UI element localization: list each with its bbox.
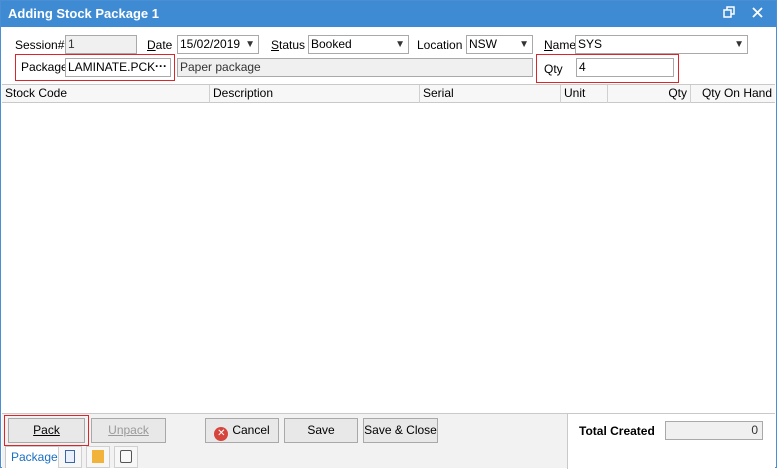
- date-value: 15/02/2019: [180, 37, 241, 51]
- col-serial[interactable]: Serial: [420, 85, 561, 103]
- tab-copies[interactable]: [86, 446, 110, 468]
- col-qty-on-hand[interactable]: Qty On Hand: [691, 85, 775, 103]
- status-select[interactable]: Booked ▼: [308, 35, 409, 54]
- tab-package[interactable]: Package: [5, 446, 64, 468]
- pack-button[interactable]: Pack: [8, 418, 85, 443]
- grid-header: Stock Code Description Serial Unit Qty Q…: [2, 85, 775, 103]
- notes-icon: [120, 450, 132, 463]
- name-value: SYS: [578, 37, 603, 51]
- window-title: Adding Stock Package 1: [8, 6, 159, 21]
- document-icon: [65, 450, 75, 463]
- restore-icon[interactable]: [720, 5, 738, 23]
- cancel-icon: ✕: [214, 427, 229, 441]
- package-value: LAMINATE.PCK: [68, 60, 156, 74]
- name-label: Name: [544, 38, 577, 52]
- session-field: 1: [65, 35, 137, 54]
- package-description: Paper package: [177, 58, 533, 77]
- tab-notes[interactable]: [114, 446, 138, 468]
- package-label: Package: [21, 60, 68, 74]
- date-label: Date: [147, 38, 173, 52]
- bottom-tabs: Package: [2, 446, 142, 468]
- chevron-down-icon[interactable]: ▼: [519, 36, 529, 53]
- tab-document[interactable]: [58, 446, 82, 468]
- location-label: Location: [417, 38, 463, 52]
- location-select[interactable]: NSW ▼: [466, 35, 533, 54]
- col-unit[interactable]: Unit: [561, 85, 608, 103]
- package-field[interactable]: LAMINATE.PCK ···: [65, 58, 171, 77]
- totals-panel: Total Created 0: [567, 414, 775, 469]
- name-select[interactable]: SYS ▼: [575, 35, 748, 54]
- session-label: Session#: [15, 38, 65, 52]
- col-stock-code[interactable]: Stock Code: [2, 85, 210, 103]
- save-button[interactable]: Save: [284, 418, 358, 443]
- stock-grid[interactable]: Stock Code Description Serial Unit Qty Q…: [2, 84, 775, 413]
- qty-input[interactable]: 4: [576, 58, 674, 77]
- col-qty[interactable]: Qty: [608, 85, 691, 103]
- status-value: Booked: [311, 37, 352, 51]
- stock-package-window: Adding Stock Package 1 Session# 1 Date 1…: [0, 0, 777, 469]
- qty-label: Qty: [544, 62, 563, 76]
- status-label: Status: [271, 38, 306, 52]
- close-icon[interactable]: [748, 5, 766, 23]
- chevron-down-icon[interactable]: ▼: [245, 36, 255, 53]
- footer: Pack Unpack ✕ Cancel Save Save & Close Pa…: [2, 413, 775, 469]
- col-description[interactable]: Description: [210, 85, 420, 103]
- header-form: Session# 1 Date 15/02/2019 ▼ Status Book…: [1, 27, 776, 84]
- chevron-down-icon[interactable]: ▼: [395, 36, 405, 53]
- total-created-label: Total Created: [579, 424, 655, 438]
- date-picker[interactable]: 15/02/2019 ▼: [177, 35, 259, 54]
- cancel-button[interactable]: ✕ Cancel: [205, 418, 279, 443]
- chevron-down-icon[interactable]: ▼: [734, 36, 744, 53]
- unpack-button[interactable]: Unpack: [91, 418, 166, 443]
- location-value: NSW: [469, 37, 497, 51]
- copies-icon: [92, 450, 104, 463]
- total-created-value: 0: [665, 421, 763, 440]
- title-bar: Adding Stock Package 1: [1, 1, 776, 27]
- save-close-button[interactable]: Save & Close: [363, 418, 438, 443]
- ellipsis-icon[interactable]: ···: [155, 59, 167, 75]
